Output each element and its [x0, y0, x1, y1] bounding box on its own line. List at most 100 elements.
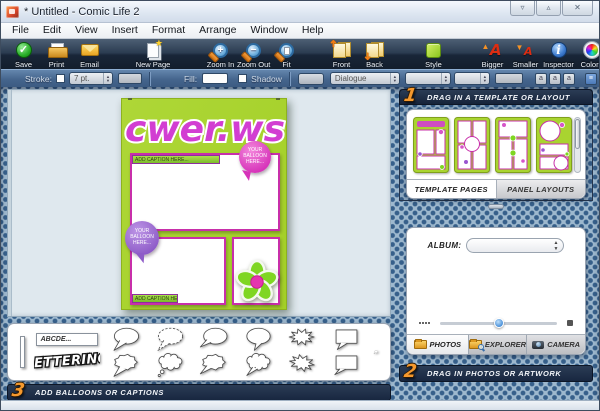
- balloon-scalloped-item[interactable]: [241, 353, 276, 378]
- text-style-button-1[interactable]: a: [535, 73, 547, 85]
- lettering-item[interactable]: LETTERING: [34, 349, 100, 371]
- email-button[interactable]: Email: [73, 41, 106, 69]
- menu-file[interactable]: File: [5, 23, 36, 38]
- template-scrollbar[interactable]: [574, 117, 581, 173]
- flower-sticker[interactable]: [234, 257, 280, 305]
- balloon-oval-item[interactable]: [109, 327, 144, 352]
- menu-bar: File Edit View Insert Format Arrange Win…: [1, 23, 599, 39]
- smaller-button[interactable]: Smaller: [509, 41, 542, 69]
- balloon-oval-left-tail-item[interactable]: [197, 327, 232, 352]
- tab-photos[interactable]: PHOTOS: [407, 335, 468, 354]
- template-page-thumbnail-3[interactable]: [495, 117, 531, 173]
- save-button[interactable]: Save: [7, 41, 40, 69]
- font-style-select[interactable]: Dialogue▲▼: [330, 72, 400, 85]
- album-select[interactable]: ▲▼: [466, 238, 564, 253]
- scrollbar-thumb[interactable]: [575, 119, 580, 149]
- balloon-telepathy-item[interactable]: [373, 340, 378, 365]
- text-color-swatch[interactable]: [495, 73, 523, 84]
- envelope-icon: [81, 44, 99, 56]
- menu-window[interactable]: Window: [243, 23, 294, 38]
- inspector-button[interactable]: Inspector: [542, 41, 575, 69]
- balloon-square-2-item[interactable]: [329, 353, 364, 378]
- canvas[interactable]: cwer.ws ADD CAPTION HERE... ADD CAPTION …: [7, 89, 391, 317]
- print-button[interactable]: Print: [40, 41, 73, 69]
- speech-balloon-pink[interactable]: YOUR BALLOON HERE...: [239, 141, 271, 173]
- window-controls: ▿ ▵ ✕: [509, 1, 593, 16]
- caption-placeholder-1[interactable]: ADD CAPTION HERE...: [132, 155, 220, 164]
- text-box-item[interactable]: ABCDE...: [36, 333, 98, 346]
- balloon-oval-small-tail-item[interactable]: [241, 327, 276, 352]
- speech-balloon-purple[interactable]: YOUR BALLOON HERE...: [125, 221, 159, 255]
- fill-label: Fill:: [184, 74, 197, 84]
- fill-color-swatch[interactable]: [202, 73, 228, 84]
- balloons-panel-footer: 3 ADD BALLOONS OR CAPTIONS: [7, 384, 391, 401]
- balloon-thought-cloud-item[interactable]: [153, 353, 188, 378]
- menu-format[interactable]: Format: [145, 23, 192, 38]
- menu-arrange[interactable]: Arrange: [192, 23, 243, 38]
- style-swatch-icon: [426, 43, 441, 58]
- style-button[interactable]: Style: [417, 41, 450, 69]
- canvas-edge-strip: [8, 90, 12, 316]
- shadow-label: Shadow: [251, 74, 282, 84]
- template-page-thumbnail-4[interactable]: [536, 117, 572, 173]
- bigger-button[interactable]: Bigger: [476, 41, 509, 69]
- comic-page[interactable]: cwer.ws ADD CAPTION HERE... ADD CAPTION …: [121, 98, 287, 310]
- align-left-button[interactable]: ≡: [585, 73, 597, 85]
- workspace: cwer.ws ADD CAPTION HERE... ADD CAPTION …: [1, 87, 599, 402]
- stroke-color-swatch[interactable]: [118, 73, 142, 84]
- bring-to-front-icon: ➜: [333, 42, 351, 58]
- fit-button[interactable]: Fit: [270, 41, 303, 69]
- font-family-select[interactable]: ▲▼: [405, 72, 451, 85]
- color-wheel-icon: [584, 42, 600, 58]
- caption-placeholder-2[interactable]: ADD CAPTION HERE...: [132, 294, 178, 303]
- balloon-square-item[interactable]: [329, 327, 364, 352]
- tab-camera[interactable]: CAMERA: [526, 335, 585, 354]
- tab-explorer[interactable]: EXPLORER: [468, 335, 527, 354]
- svg-text:LETTERING: LETTERING: [34, 351, 100, 371]
- stepper-icon: ▲▼: [554, 240, 559, 252]
- format-toolbar: Stroke: 7 pt.▲▼ Fill: Shadow Dialogue▲▼ …: [1, 69, 599, 87]
- template-page-thumbnail-1[interactable]: [413, 117, 449, 173]
- thumbnail-size-slider[interactable]: [440, 322, 557, 325]
- panel-resize-handle[interactable]: [488, 204, 504, 209]
- text-style-button-2[interactable]: a: [549, 73, 561, 85]
- status-bar: [1, 400, 599, 410]
- stroke-width-select[interactable]: 7 pt.▲▼: [69, 72, 113, 85]
- minimize-button[interactable]: ▿: [510, 1, 535, 16]
- text-style-button-3[interactable]: a: [563, 73, 575, 85]
- inspector-icon: [551, 42, 567, 58]
- font-size-select[interactable]: ▲▼: [454, 72, 490, 85]
- window-title: * Untitled - Comic Life 2: [24, 6, 140, 18]
- zoom-out-button[interactable]: −Zoom Out: [237, 41, 270, 69]
- application-window: * Untitled - Comic Life 2 ▿ ▵ ✕ File Edi…: [0, 0, 600, 411]
- balloon-burst-item[interactable]: [285, 327, 320, 352]
- menu-help[interactable]: Help: [295, 23, 331, 38]
- step-number-3: 3: [11, 382, 26, 400]
- balloon-rough-oval-left-tail-item[interactable]: [197, 353, 232, 378]
- balloon-rough-oval-item[interactable]: [109, 353, 144, 378]
- step-number-2: 2: [403, 363, 418, 381]
- colors-button[interactable]: Colors: [575, 41, 600, 69]
- menu-view[interactable]: View: [68, 23, 105, 38]
- menu-edit[interactable]: Edit: [36, 23, 68, 38]
- slider-knob[interactable]: [494, 318, 504, 328]
- tab-template-pages[interactable]: TEMPLATE PAGES: [407, 180, 496, 198]
- template-page-thumbnail-2[interactable]: [454, 117, 490, 173]
- close-button[interactable]: ✕: [562, 1, 593, 16]
- font-bigger-icon: [482, 42, 504, 59]
- font-panel-button[interactable]: [298, 73, 324, 85]
- back-button[interactable]: ➜Back: [358, 41, 391, 69]
- stroke-checkbox[interactable]: [56, 74, 65, 83]
- template-browser: TEMPLATE PAGES PANEL LAYOUTS: [406, 109, 586, 199]
- balloon-burst-2-item[interactable]: [285, 353, 320, 378]
- zoom-in-button[interactable]: +Zoom In: [204, 41, 237, 69]
- tab-panel-layouts[interactable]: PANEL LAYOUTS: [496, 180, 586, 198]
- front-button[interactable]: ➜Front: [325, 41, 358, 69]
- photos-panel-footer: 2 DRAG IN PHOTOS OR ARTWORK: [399, 365, 593, 382]
- maximize-button[interactable]: ▵: [536, 1, 561, 16]
- shadow-checkbox[interactable]: [238, 74, 247, 83]
- balloon-dotted-oval-item[interactable]: [153, 327, 188, 352]
- caption-box-item[interactable]: [20, 336, 25, 368]
- new-page-button[interactable]: New Page: [132, 41, 174, 69]
- menu-insert[interactable]: Insert: [105, 23, 145, 38]
